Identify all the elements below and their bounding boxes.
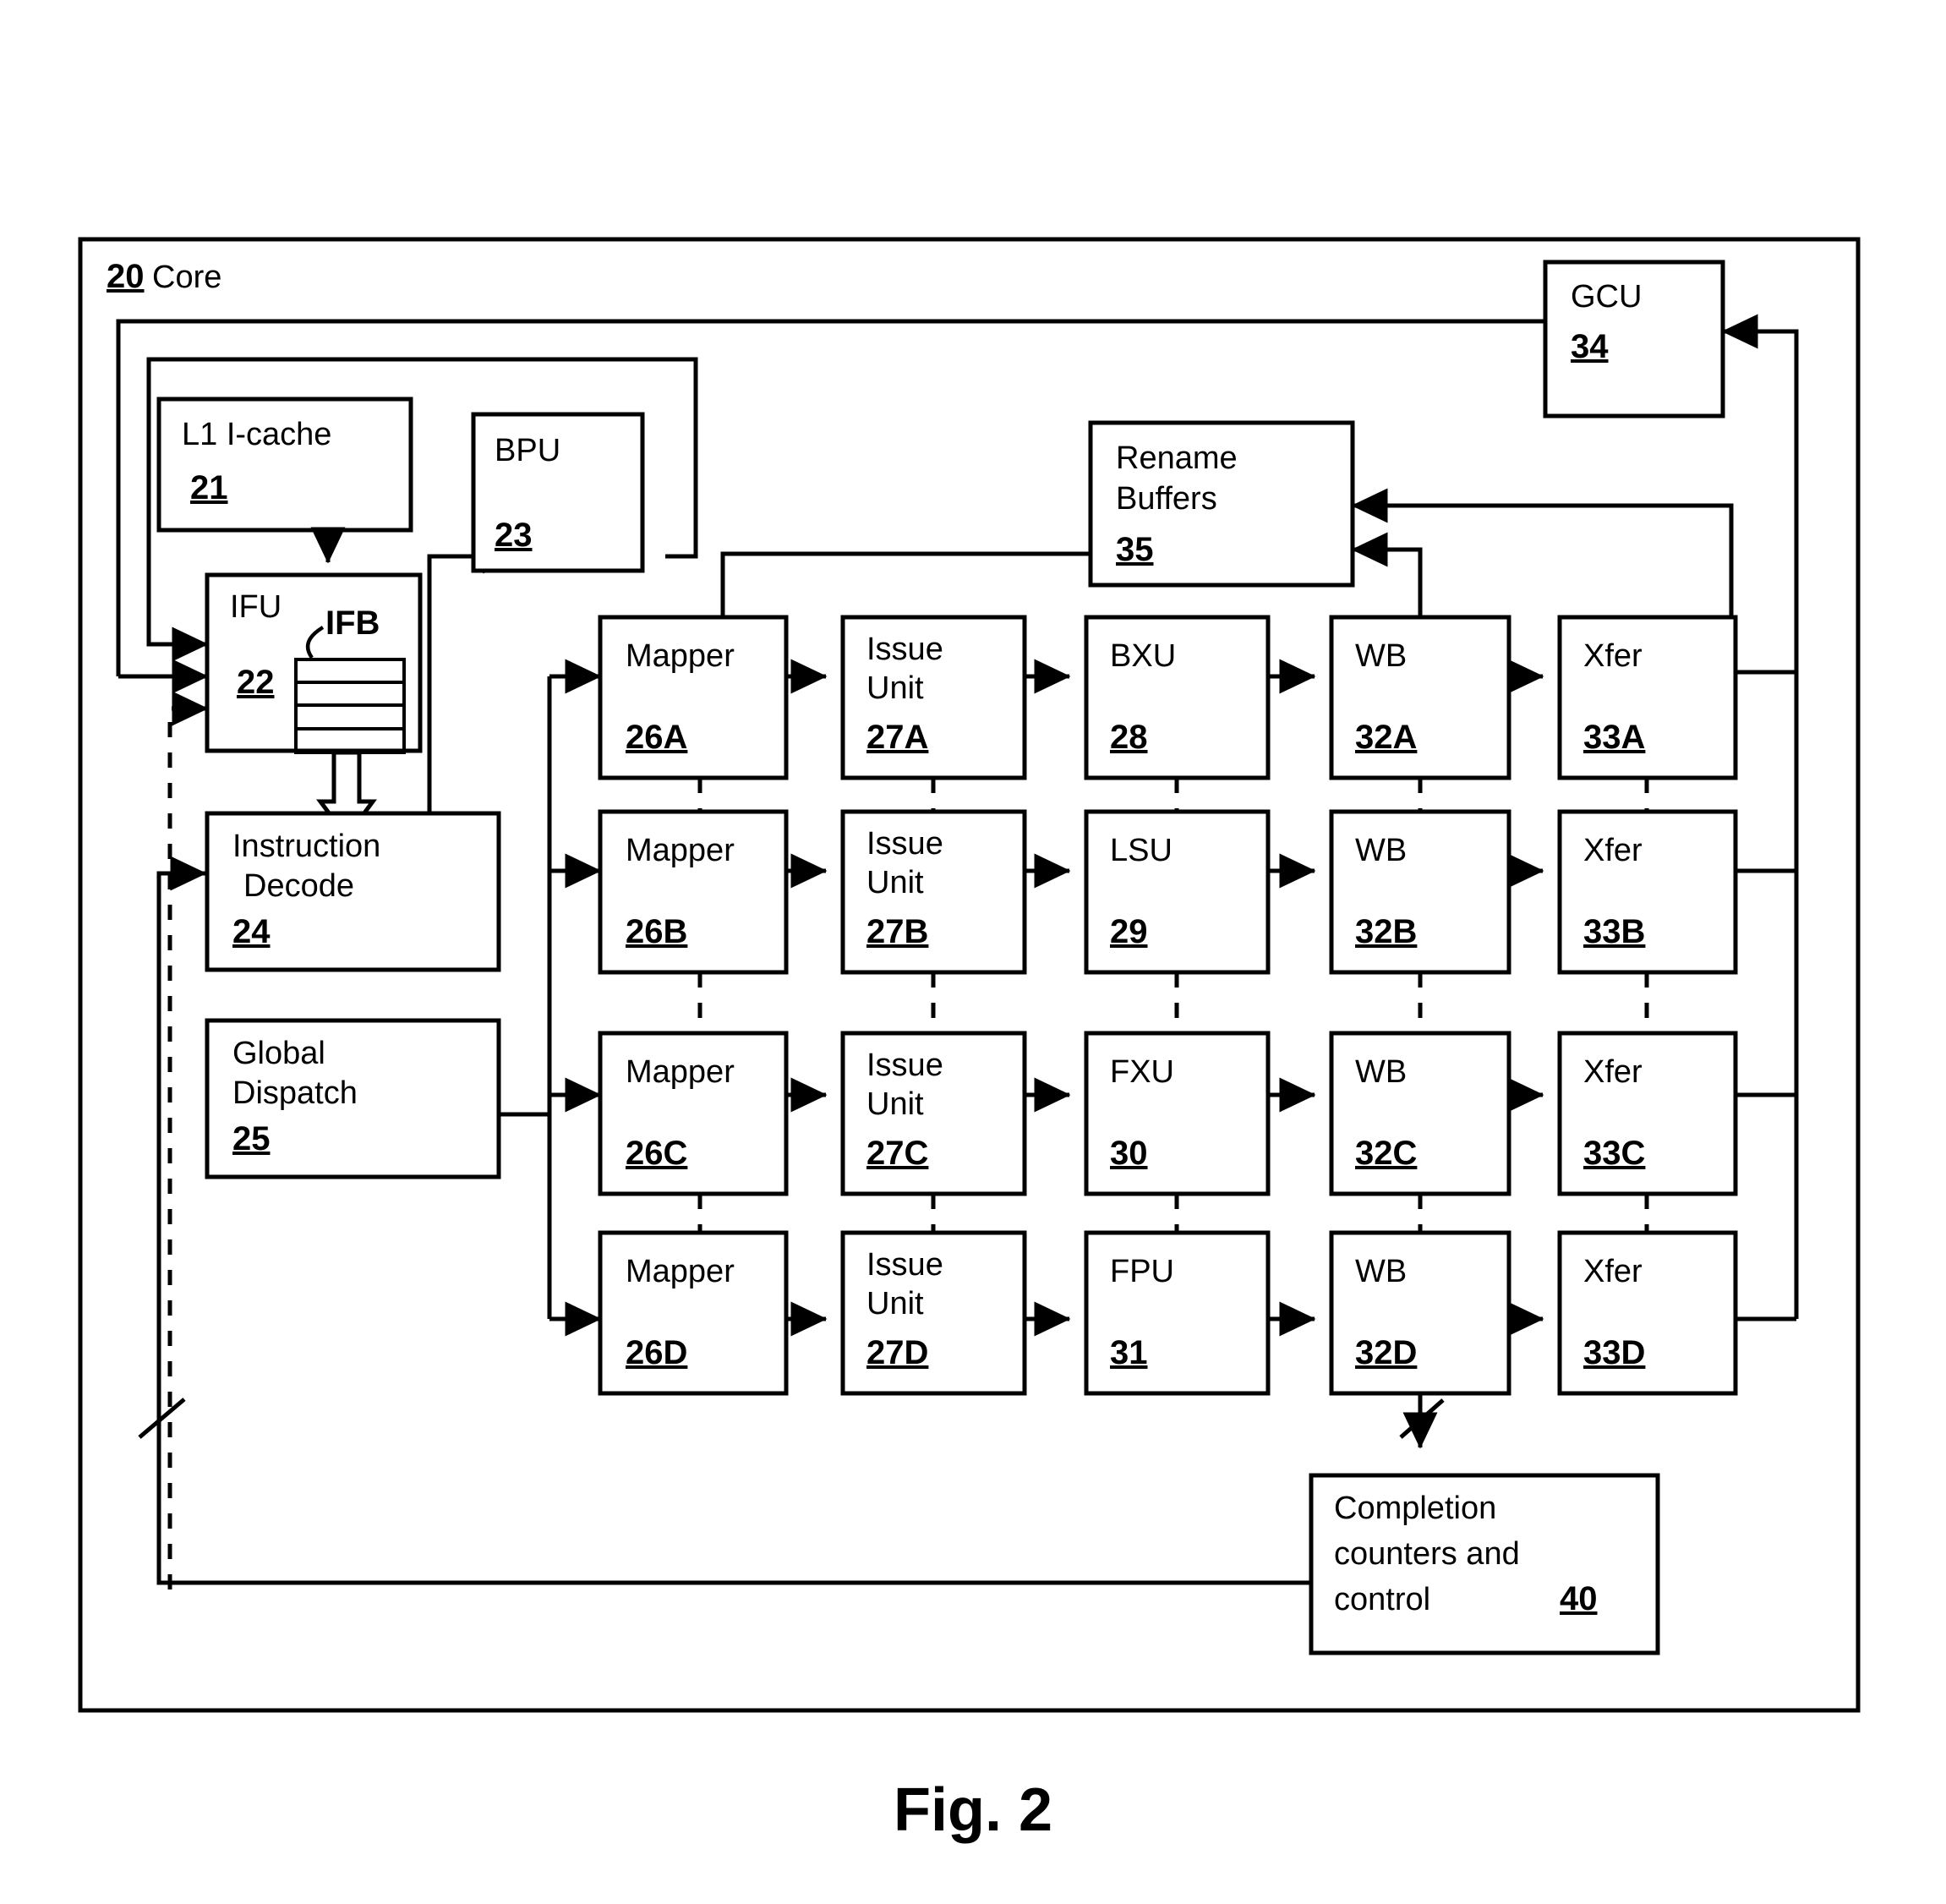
ifu-ref: 22 bbox=[237, 664, 275, 701]
issue-27A-ref: 27A bbox=[866, 719, 928, 756]
decode-ref: 24 bbox=[232, 913, 271, 950]
gcu-title: GCU bbox=[1571, 279, 1642, 315]
dispatch-title-1: Global bbox=[232, 1036, 325, 1071]
issue-27B-title-1: Issue bbox=[866, 826, 943, 862]
xfer-33A-title: Xfer bbox=[1583, 638, 1643, 674]
figure-canvas: 20 Core L1 I-cache 21 BPU 23 IFU 22 IFB … bbox=[0, 0, 1946, 1904]
wb-32D-title: WB bbox=[1355, 1254, 1407, 1289]
decode-title-2: Decode bbox=[243, 868, 354, 904]
wb-32B-ref: 32B bbox=[1355, 913, 1417, 950]
ifb-label: IFB bbox=[325, 605, 380, 642]
rename-ref: 35 bbox=[1116, 531, 1154, 568]
bpu-title: BPU bbox=[495, 433, 560, 468]
core-block-diagram: 20 Core L1 I-cache 21 BPU 23 IFU 22 IFB … bbox=[78, 237, 1861, 1844]
exec-31-ref: 31 bbox=[1110, 1334, 1148, 1371]
mapper-26A-ref: 26A bbox=[626, 719, 687, 756]
mapper-26D-ref: 26D bbox=[626, 1334, 687, 1371]
exec-31-title: FPU bbox=[1110, 1254, 1174, 1289]
mapper-26A-title: Mapper bbox=[626, 638, 735, 674]
completion-title-2: counters and bbox=[1334, 1536, 1520, 1572]
core-ref: 20 bbox=[107, 258, 145, 295]
xfer-33D-ref: 33D bbox=[1583, 1334, 1645, 1371]
dispatch-ref: 25 bbox=[232, 1120, 271, 1157]
xfer-33D-title: Xfer bbox=[1583, 1254, 1643, 1289]
pipeline-row: Mapper 26B Issue Unit 27B LSU 29 WB 32B … bbox=[598, 809, 1738, 975]
issue-27B-title-2: Unit bbox=[866, 865, 924, 900]
mapper-26D-title: Mapper bbox=[626, 1254, 735, 1289]
exec-29-title: LSU bbox=[1110, 833, 1173, 868]
wb-32D-ref: 32D bbox=[1355, 1334, 1417, 1371]
pipeline-row: Mapper 26A Issue Unit 27A BXU 28 WB 32A … bbox=[598, 615, 1738, 780]
pipeline-row: Mapper 26D Issue Unit 27D FPU 31 WB 32D … bbox=[598, 1230, 1738, 1396]
wb-32C-title: WB bbox=[1355, 1054, 1407, 1090]
wb-32C-ref: 32C bbox=[1355, 1135, 1417, 1172]
xfer-33C-ref: 33C bbox=[1583, 1135, 1645, 1172]
l1-icache-ref: 21 bbox=[190, 469, 228, 506]
decode-title-1: Instruction bbox=[232, 829, 380, 864]
issue-27C-ref: 27C bbox=[866, 1135, 928, 1172]
issue-27C-title-1: Issue bbox=[866, 1048, 943, 1083]
issue-27D-title-1: Issue bbox=[866, 1247, 943, 1283]
exec-28-ref: 28 bbox=[1110, 719, 1148, 756]
bpu-ref: 23 bbox=[495, 517, 533, 554]
mapper-26B-ref: 26B bbox=[626, 913, 687, 950]
pipeline-row: Mapper 26C Issue Unit 27C FXU 30 WB 32C … bbox=[598, 1031, 1738, 1196]
rename-title-2: Buffers bbox=[1116, 481, 1217, 517]
l1-icache-title: L1 I-cache bbox=[182, 417, 331, 452]
issue-27A-title-1: Issue bbox=[866, 632, 943, 667]
wb-32B-title: WB bbox=[1355, 833, 1407, 868]
exec-29-ref: 29 bbox=[1110, 913, 1148, 950]
completion-title-3: control bbox=[1334, 1582, 1430, 1617]
exec-28-title: BXU bbox=[1110, 638, 1176, 674]
mapper-26C-title: Mapper bbox=[626, 1054, 735, 1090]
gcu-ref: 34 bbox=[1571, 328, 1609, 365]
issue-27D-ref: 27D bbox=[866, 1334, 928, 1371]
xfer-33A-ref: 33A bbox=[1583, 719, 1645, 756]
rename-title-1: Rename bbox=[1116, 440, 1238, 476]
completion-ref: 40 bbox=[1560, 1580, 1598, 1617]
mapper-26B-title: Mapper bbox=[626, 833, 735, 868]
xfer-33B-title: Xfer bbox=[1583, 833, 1643, 868]
dispatch-title-2: Dispatch bbox=[232, 1075, 358, 1111]
wb-32A-title: WB bbox=[1355, 638, 1407, 674]
issue-27B-ref: 27B bbox=[866, 913, 928, 950]
mapper-26C-ref: 26C bbox=[626, 1135, 687, 1172]
xfer-33B-ref: 33B bbox=[1583, 913, 1645, 950]
ifu-title: IFU bbox=[230, 589, 282, 625]
exec-30-title: FXU bbox=[1110, 1054, 1174, 1090]
exec-30-ref: 30 bbox=[1110, 1135, 1148, 1172]
figure-caption: Fig. 2 bbox=[894, 1776, 1052, 1844]
core-label: Core bbox=[152, 260, 221, 295]
wb-32A-ref: 32A bbox=[1355, 719, 1417, 756]
completion-title-1: Completion bbox=[1334, 1491, 1496, 1526]
issue-27D-title-2: Unit bbox=[866, 1286, 924, 1321]
issue-27A-title-2: Unit bbox=[866, 670, 924, 706]
xfer-33C-title: Xfer bbox=[1583, 1054, 1643, 1090]
issue-27C-title-2: Unit bbox=[866, 1086, 924, 1122]
